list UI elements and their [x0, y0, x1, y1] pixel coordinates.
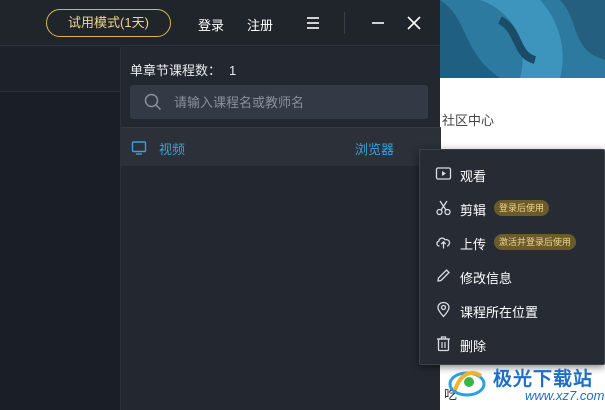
course-panel: 单章节课程数： 1 视频 浏览器	[120, 47, 441, 410]
play-video-icon	[435, 165, 452, 182]
context-menu-item-upload[interactable]: 上传 激活并登录后使用	[420, 225, 605, 259]
left-sidebar	[0, 47, 120, 410]
login-link[interactable]: 登录	[198, 15, 224, 34]
close-icon[interactable]	[402, 11, 426, 35]
tab-browser[interactable]: 浏览器	[355, 139, 394, 158]
trial-mode-button[interactable]: 试用模式(1天)	[46, 9, 171, 37]
context-menu-item-watch[interactable]: 观看	[420, 157, 605, 191]
monitor-icon	[131, 140, 147, 156]
context-menu-label: 课程所在位置	[460, 305, 539, 320]
content-tab-row: 视频 浏览器	[121, 127, 441, 166]
menu-icon[interactable]	[301, 11, 325, 35]
tab-video[interactable]: 视频	[159, 139, 185, 158]
chapter-course-count: 单章节课程数： 1	[130, 60, 244, 79]
course-count-label: 单章节课程数：	[130, 63, 222, 78]
context-menu-item-clip[interactable]: 剪辑 登录后使用	[420, 191, 605, 225]
trash-icon	[435, 335, 452, 352]
community-center-link[interactable]: 社区中心	[442, 110, 494, 129]
context-menu-item-edit-info[interactable]: 修改信息	[420, 259, 605, 293]
title-bar: 试用模式(1天) 登录 注册	[0, 0, 440, 46]
context-menu-item-location[interactable]: 课程所在位置	[420, 293, 605, 327]
login-required-badge: 登录后使用	[494, 200, 550, 216]
titlebar-divider	[344, 12, 345, 34]
location-pin-icon	[435, 301, 452, 318]
context-menu-label: 修改信息	[460, 271, 513, 286]
context-menu-label: 剪辑	[460, 203, 487, 218]
context-menu: 观看 剪辑 登录后使用 上传 激活并登录后使用 修改信息 课程所在位置 删除	[419, 149, 605, 365]
background-banner-image	[440, 0, 605, 78]
minimize-icon[interactable]	[366, 11, 390, 35]
search-input[interactable]	[174, 85, 414, 119]
context-menu-label: 观看	[460, 169, 487, 184]
cloud-upload-icon	[435, 233, 452, 250]
pencil-icon	[435, 267, 452, 284]
context-menu-label: 删除	[460, 339, 487, 354]
app-window: 试用模式(1天) 登录 注册 单章节课程数： 1 请输入课程名或教师名 视频 浏…	[0, 0, 441, 410]
scissors-icon	[435, 199, 452, 216]
activation-required-badge: 激活并登录后使用	[494, 234, 577, 250]
watermark-site-name: 极光下载站	[493, 369, 594, 390]
watermark-url: www.xz7.com	[525, 388, 605, 403]
course-count-value: 1	[229, 63, 237, 78]
watermark-logo-icon	[447, 362, 487, 402]
context-menu-item-delete[interactable]: 删除	[420, 327, 605, 361]
search-box	[130, 85, 428, 119]
register-link[interactable]: 注册	[247, 15, 273, 34]
context-menu-label: 上传	[460, 237, 487, 252]
site-watermark: 极光下载站 www.xz7.com	[447, 360, 605, 410]
sidebar-header-strip	[0, 47, 120, 92]
search-icon	[144, 93, 162, 111]
